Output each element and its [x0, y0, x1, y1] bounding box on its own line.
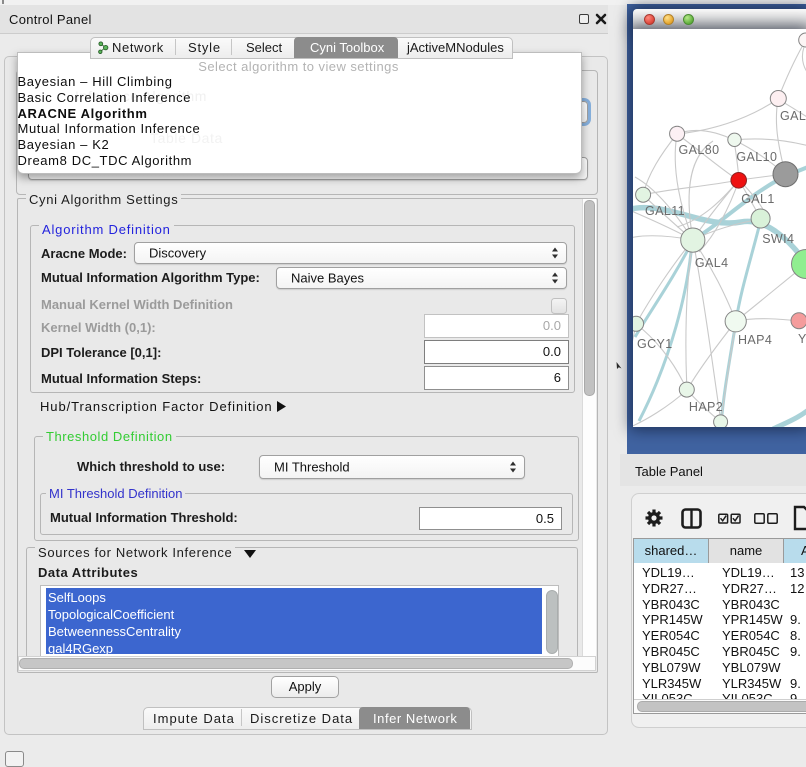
svg-text:GAL: GAL [780, 109, 806, 123]
svg-text:HAP4: HAP4 [738, 333, 772, 347]
svg-text:GAL11: GAL11 [645, 204, 685, 218]
svg-text:GAL1: GAL1 [741, 192, 775, 206]
svg-text:GAL80: GAL80 [679, 143, 720, 157]
svg-text:GAL4: GAL4 [695, 256, 729, 270]
svg-text:GAL10: GAL10 [736, 150, 777, 164]
svg-text:SWI4: SWI4 [762, 232, 794, 246]
svg-text:HAP2: HAP2 [689, 400, 723, 414]
svg-text:GCY1: GCY1 [637, 337, 673, 351]
svg-text:Y: Y [798, 332, 806, 346]
